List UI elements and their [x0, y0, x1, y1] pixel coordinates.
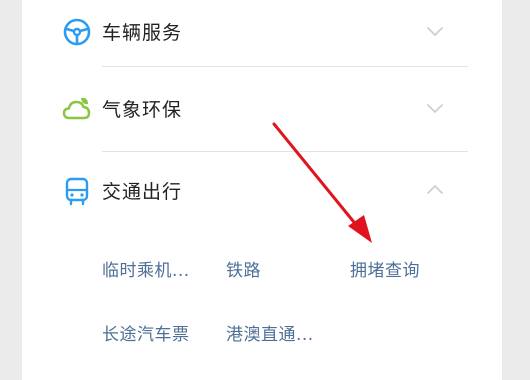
chevron-up-icon[interactable]: [424, 179, 446, 201]
bus-icon: [65, 177, 89, 206]
divider: [102, 151, 468, 152]
transport-item-hk-macau-direct[interactable]: 港澳直通...: [226, 320, 314, 345]
category-title: 交通出行: [102, 181, 183, 203]
transport-item-long-distance-bus[interactable]: 长途汽车票: [102, 320, 190, 345]
chevron-down-icon[interactable]: [424, 20, 446, 42]
transport-item-congestion-query[interactable]: 拥堵查询: [350, 256, 420, 281]
cloud-leaf-icon: [62, 97, 91, 120]
transport-item-temporary-boarding[interactable]: 临时乘机...: [102, 256, 190, 281]
chevron-down-icon[interactable]: [424, 97, 446, 119]
category-transportation[interactable]: 交通出行: [22, 159, 502, 225]
category-vehicle-services[interactable]: 车辆服务: [22, 0, 502, 66]
steering-wheel-icon: [63, 18, 91, 46]
service-panel: 车辆服务 气象环保 交通出行 临时乘机... 铁路 拥堵查询 长途汽车票 港澳直…: [22, 0, 502, 380]
category-weather-environment[interactable]: 气象环保: [22, 77, 502, 143]
category-title: 气象环保: [102, 99, 183, 121]
category-title: 车辆服务: [102, 22, 183, 44]
transport-item-railway[interactable]: 铁路: [226, 256, 261, 281]
divider: [102, 66, 468, 67]
